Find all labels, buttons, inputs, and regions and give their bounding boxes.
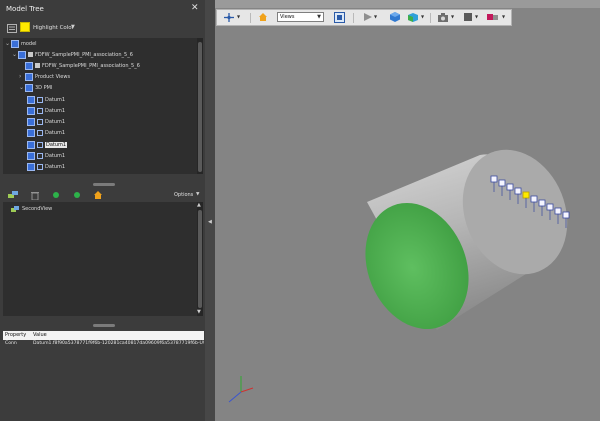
view-item-label: SecondView <box>22 206 53 212</box>
tree-item-datum-selected[interactable]: Datum1 <box>27 140 68 150</box>
splitter-handle[interactable] <box>93 324 115 327</box>
panel-title: Model Tree <box>6 5 44 13</box>
delete-icon[interactable] <box>31 191 39 200</box>
tree-item-label: model <box>21 41 37 47</box>
checkbox-icon[interactable] <box>18 50 26 59</box>
checkbox-icon[interactable] <box>11 39 19 48</box>
views-toolbar: Options ▼ <box>3 188 202 202</box>
tree-item-3d-pmi[interactable]: ⌄ 3D PMI <box>19 83 52 93</box>
axis-triad-icon <box>228 376 254 403</box>
panel-titlebar: Model Tree ✕ <box>0 0 205 18</box>
tree-item-datum[interactable]: Datum1 <box>27 95 65 105</box>
tree-item-product-views[interactable]: › Product Views <box>19 72 70 82</box>
chevron-down-icon[interactable]: ▼ <box>196 192 199 197</box>
checkbox-icon[interactable] <box>25 61 33 70</box>
model-tree: ⌄ model ⌄ FDFW_SamplePMI_PMI_association_5… <box>3 38 198 174</box>
tree-item-label: Product Views <box>35 74 71 80</box>
highlight-color-label[interactable]: Highlight Color <box>33 25 74 31</box>
chevron-up-icon[interactable]: ▲ <box>197 202 201 208</box>
views-list: SecondView <box>3 202 198 316</box>
tree-item-model[interactable]: ⌄ model <box>5 39 37 49</box>
checkbox-icon[interactable] <box>25 72 33 81</box>
tree-item-label: Datum1 <box>45 130 66 136</box>
model-tree-toolbar: Highlight Color ▼ <box>0 18 205 38</box>
highlight-color-swatch[interactable] <box>20 22 30 32</box>
chevron-down-icon[interactable]: ▼ <box>71 24 75 30</box>
part-icon <box>28 52 33 57</box>
tree-item-label: FDFW_SamplePMI_PMI_association_5_6 <box>42 63 140 69</box>
tree-item-label: FDFW_SamplePMI_PMI_association_5_6 <box>35 52 133 58</box>
checkbox-icon[interactable] <box>27 95 35 104</box>
green-dot-icon[interactable] <box>53 192 59 198</box>
tree-scrollbar[interactable] <box>197 38 203 174</box>
value-column-header: Value <box>33 332 47 338</box>
model-tree-panel: Model Tree ✕ Highlight Color ▼ ⌄ model ⌄ F… <box>0 0 205 421</box>
datum-icon <box>37 96 43 103</box>
collapse-arrow-icon[interactable]: ◀ <box>208 219 212 225</box>
tree-item-label: Datum1 <box>45 153 66 159</box>
tree-item-datum[interactable]: Datum1 <box>27 106 65 116</box>
tree-item-label: Datum1 <box>45 164 66 170</box>
tree-item-datum[interactable]: Datum1 <box>27 117 65 127</box>
tree-item-datum[interactable]: Datum1 <box>27 151 65 161</box>
tree-item-part[interactable]: FDFW_SamplePMI_PMI_association_5_6 <box>19 61 140 71</box>
panel-divider[interactable]: ◀ <box>205 0 215 421</box>
checkbox-icon[interactable] <box>27 128 35 137</box>
home-icon[interactable] <box>94 191 102 199</box>
checkbox-icon[interactable] <box>27 106 35 115</box>
tree-item-assembly[interactable]: ⌄ FDFW_SamplePMI_PMI_association_5_6 <box>12 50 133 60</box>
tree-item-label: Datum1 <box>45 108 66 114</box>
options-menu[interactable]: Options <box>174 192 193 198</box>
checkbox-icon[interactable] <box>27 117 35 126</box>
part-icon <box>35 63 40 68</box>
property-name: Conn <box>5 341 17 346</box>
checkbox-icon[interactable] <box>27 162 35 171</box>
chevron-down-icon[interactable]: ▼ <box>197 309 201 315</box>
add-view-icon[interactable] <box>8 191 18 199</box>
scrollbar-thumb[interactable] <box>198 42 202 172</box>
datum-icon <box>37 107 43 114</box>
view-item[interactable]: SecondView <box>11 204 52 214</box>
tree-item-label: Datum1 <box>45 97 66 103</box>
properties-header: Property Value <box>3 331 204 340</box>
datum-icon <box>37 129 43 136</box>
tree-item-label: 3D PMI <box>35 85 53 91</box>
datum-icon <box>37 118 43 125</box>
checkbox-icon[interactable] <box>27 151 35 160</box>
tree-view-icon[interactable] <box>7 24 17 33</box>
close-icon[interactable]: ✕ <box>191 3 199 13</box>
tree-item-datum[interactable]: Datum1 <box>27 162 65 172</box>
3d-scene[interactable] <box>215 0 600 421</box>
splitter-handle[interactable] <box>93 183 115 186</box>
property-value: Datum1.f8f90a5378771f9f6b-120281ca40817d… <box>33 341 204 346</box>
scrollbar-thumb[interactable] <box>198 210 202 308</box>
checkbox-icon[interactable] <box>25 83 33 92</box>
green-dot-icon[interactable] <box>74 192 80 198</box>
property-column-header: Property <box>5 332 27 338</box>
tree-item-datum[interactable]: Datum1 <box>27 128 65 138</box>
properties-row: Conn Datum1.f8f90a5378771f9f6b-120281ca4… <box>3 340 204 348</box>
views-scrollbar[interactable]: ▲ ▼ <box>197 202 203 316</box>
datum-icon <box>37 152 43 159</box>
tree-item-label: Datum1 <box>45 119 66 125</box>
view-icon <box>11 205 19 212</box>
datum-icon <box>37 141 43 148</box>
checkbox-icon[interactable] <box>27 140 35 149</box>
datum-icon <box>37 163 43 170</box>
tree-item-label: Datum1 <box>45 142 68 148</box>
